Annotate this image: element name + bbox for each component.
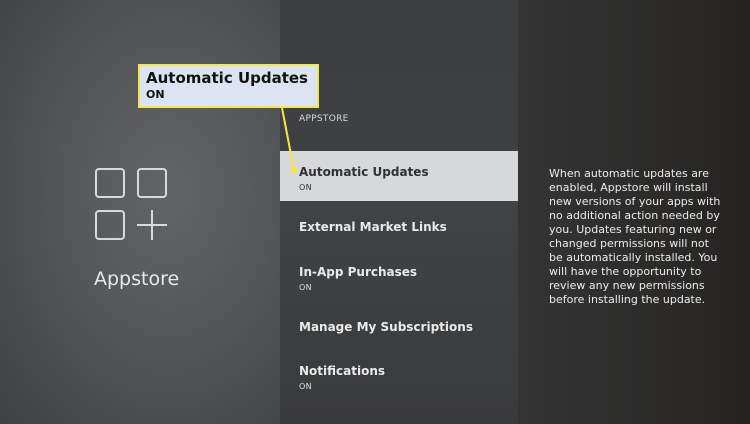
menu-item-automatic-updates[interactable]: Automatic Updates ON: [280, 151, 518, 201]
app-title: Appstore: [94, 268, 180, 290]
menu-item-label: External Market Links: [299, 220, 447, 234]
setting-description: When automatic updates are enabled, Apps…: [549, 167, 721, 306]
callout-annotation: Automatic Updates ON: [138, 64, 319, 108]
appstore-grid-plus-icon: [95, 168, 175, 244]
menu-item-manage-subscriptions[interactable]: Manage My Subscriptions: [280, 320, 518, 340]
menu-item-label: Manage My Subscriptions: [299, 320, 473, 334]
menu-item-value: ON: [299, 283, 312, 292]
callout-value: ON: [146, 88, 165, 101]
grid-square-icon: [95, 210, 125, 240]
menu-item-value: ON: [299, 183, 312, 192]
grid-square-icon: [95, 168, 125, 198]
callout-title: Automatic Updates: [146, 69, 308, 87]
menu-item-in-app-purchases[interactable]: In-App Purchases ON: [280, 265, 518, 295]
menu-item-external-market-links[interactable]: External Market Links: [280, 220, 518, 240]
tv-screen: Appstore APPSTORE Automatic Updates ON E…: [0, 0, 750, 424]
grid-square-icon: [137, 168, 167, 198]
menu-item-label: In-App Purchases: [299, 265, 418, 279]
section-label: APPSTORE: [299, 114, 349, 124]
menu-item-label: Notifications: [299, 364, 386, 378]
plus-icon: [137, 210, 169, 242]
menu-item-notifications[interactable]: Notifications ON: [280, 364, 518, 394]
menu-item-label: Automatic Updates: [299, 165, 429, 179]
menu-item-value: ON: [299, 382, 312, 391]
